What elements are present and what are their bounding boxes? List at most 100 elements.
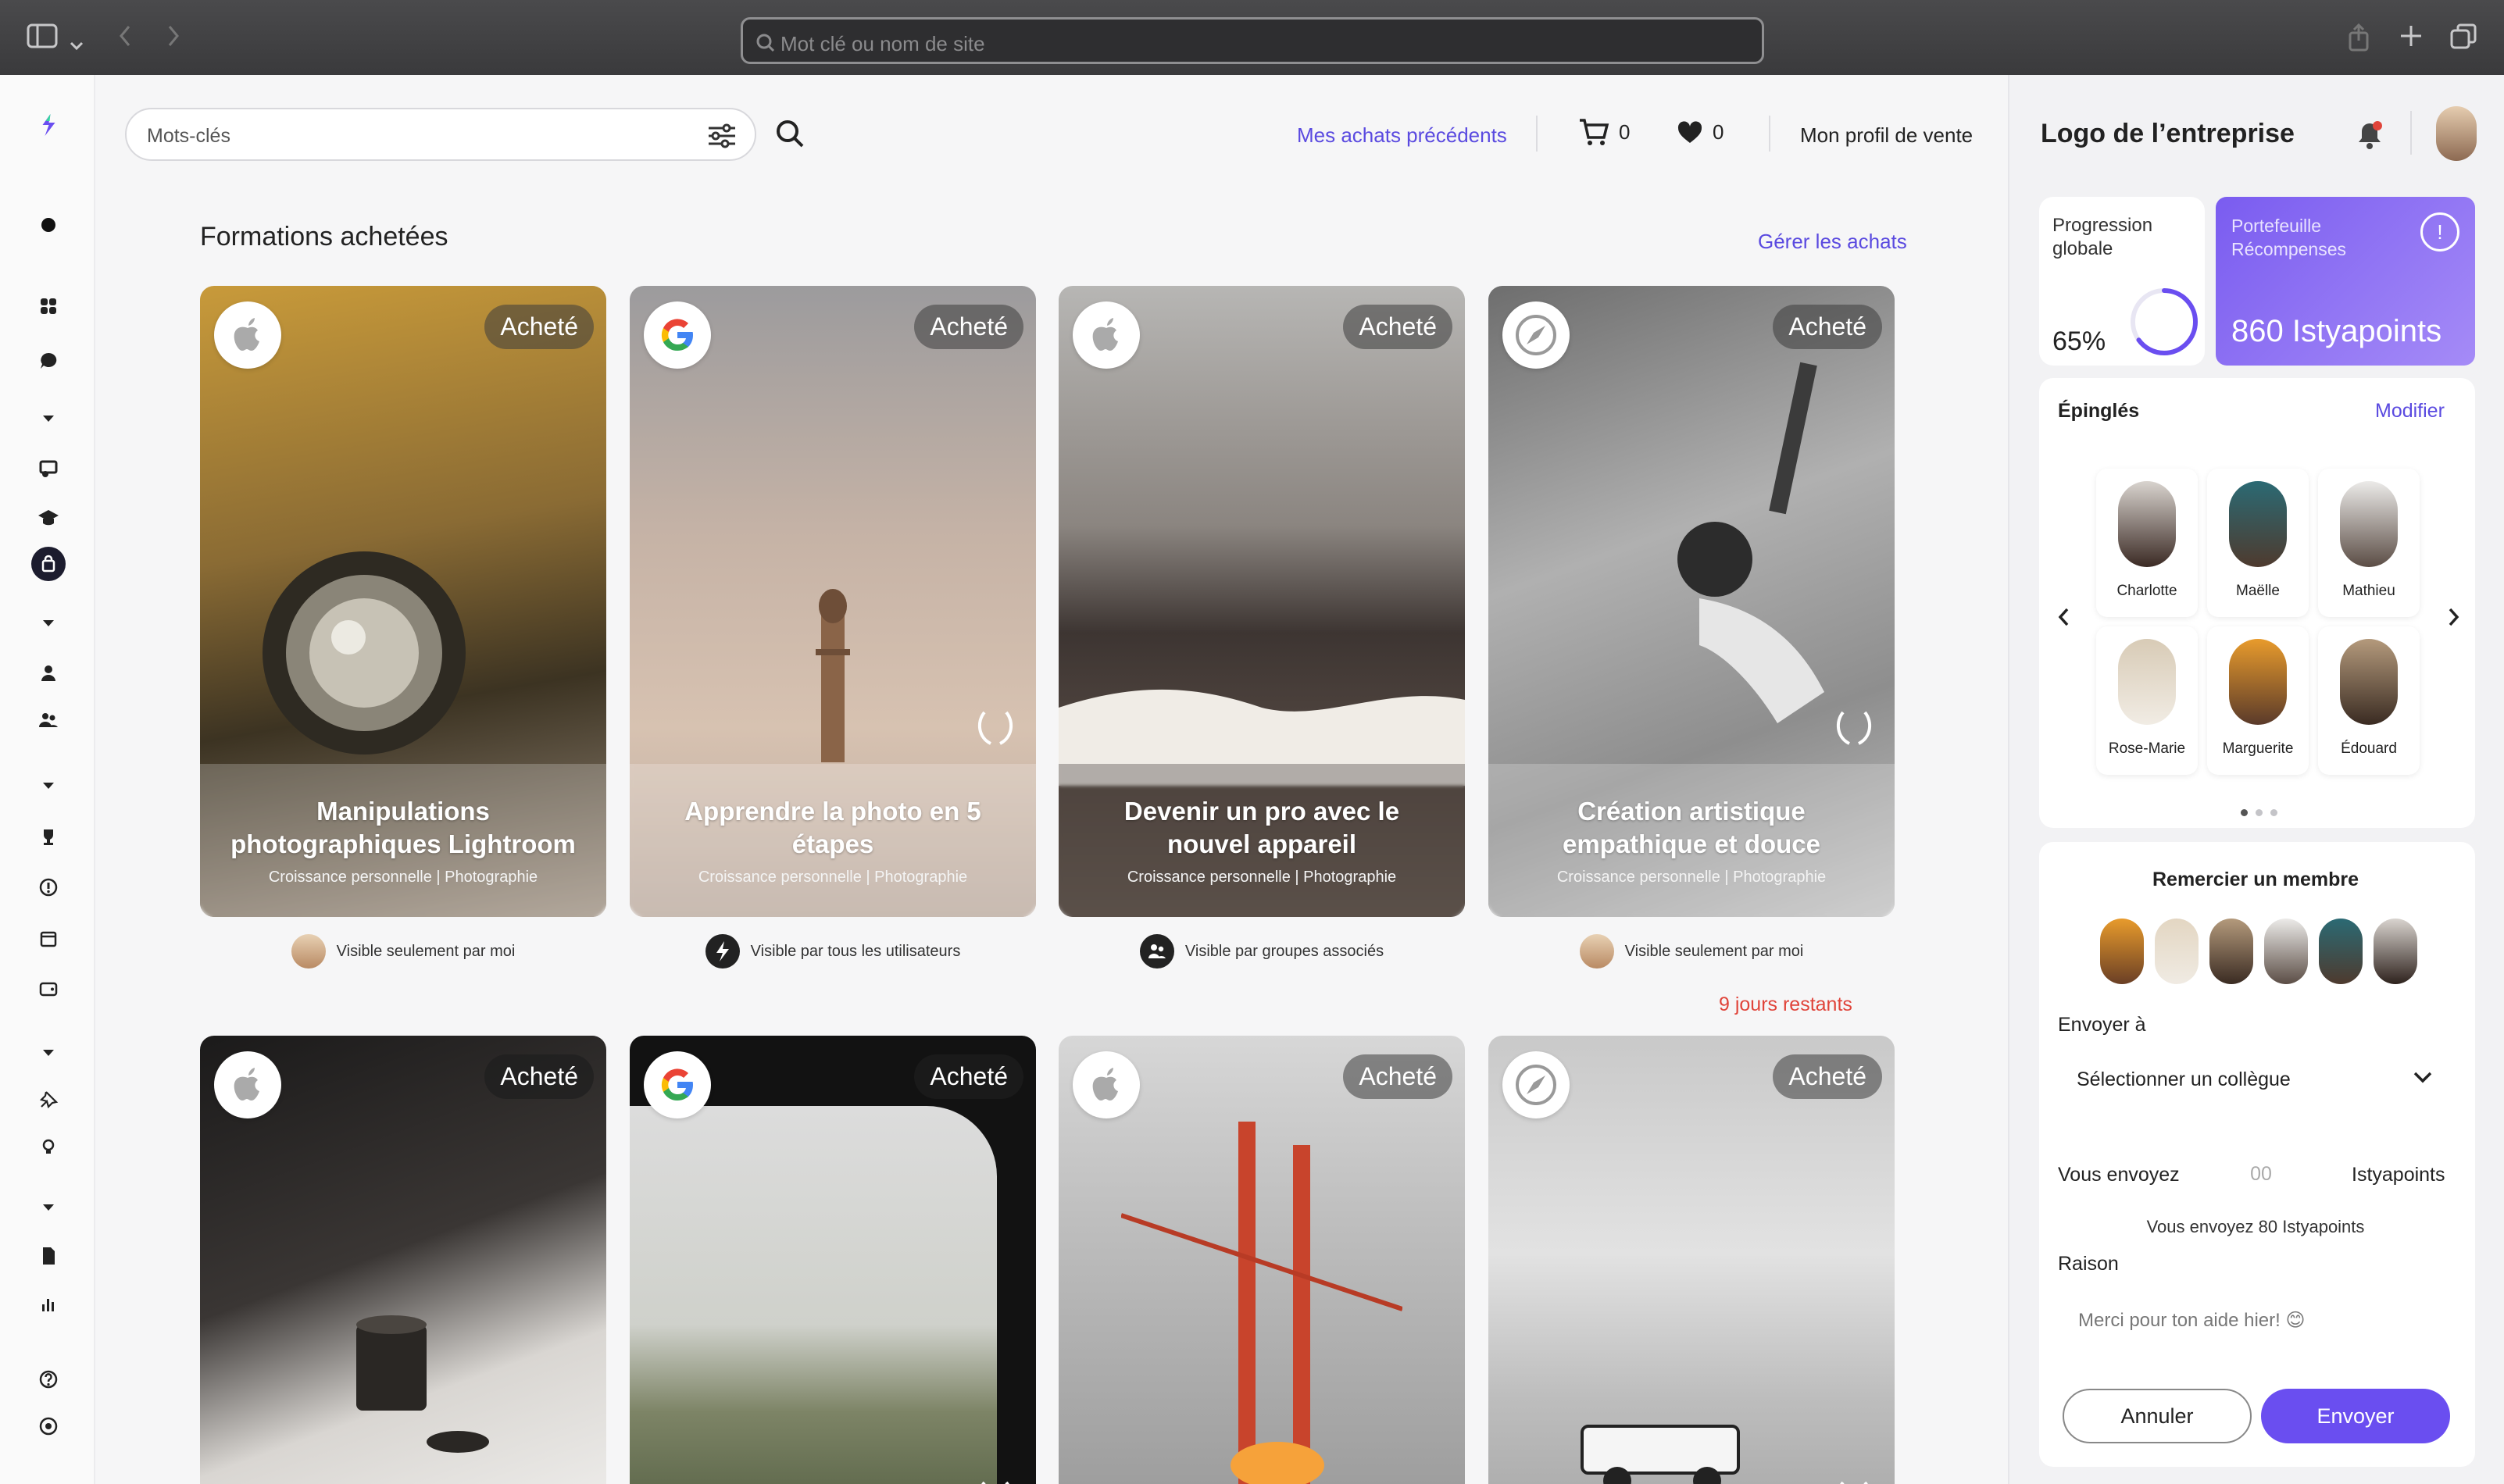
pinned-person[interactable]: Marguerite (2207, 626, 2309, 775)
chevron-down-icon[interactable] (31, 1036, 66, 1070)
carousel-pagination[interactable] (2241, 809, 2277, 816)
points-amount-input[interactable]: 00 (2200, 1147, 2322, 1201)
course-card[interactable]: Acheté Manipulations photographiques Lig… (200, 286, 606, 917)
trophy-icon[interactable] (31, 820, 66, 854)
person-name: Mathieu (2342, 583, 2395, 599)
visibility-indicator: Visible seulement par moi (1488, 934, 1895, 969)
points-unit: Istyapoints (2352, 1164, 2445, 1186)
shopping-bag-icon[interactable] (31, 547, 66, 581)
laurel-award-icon (981, 1481, 1009, 1484)
google-logo-icon (644, 301, 711, 369)
chevron-left-icon[interactable] (2056, 605, 2072, 635)
apple-logo-icon (1073, 1051, 1140, 1118)
card-title: Devenir un pro avec le nouvel appareil (1123, 796, 1400, 858)
avatar (2118, 481, 2176, 567)
laurel-award-icon (1836, 711, 1872, 745)
favorites-button[interactable]: 0 (1677, 120, 1724, 144)
info-icon[interactable]: ! (2420, 212, 2459, 251)
manage-purchases-link[interactable]: Gérer les achats (1758, 230, 1907, 254)
tabs-icon[interactable] (2450, 23, 2477, 55)
pinned-person[interactable]: Édouard (2318, 626, 2420, 775)
pinned-person[interactable]: Rose-Marie (2096, 626, 2198, 775)
cart-button[interactable]: 0 (1578, 117, 1630, 147)
chevron-down-icon[interactable] (31, 1190, 66, 1225)
wallet-icon[interactable] (31, 972, 66, 1006)
chevron-down-icon[interactable] (31, 769, 66, 803)
heart-icon (1677, 120, 1702, 143)
sending-hint: Vous envoyez 80 Istyapoints (2146, 1217, 2365, 1236)
avatar (2229, 639, 2287, 725)
pinned-person[interactable]: Mathieu (2318, 469, 2420, 617)
course-card[interactable]: Acheté (630, 1036, 1036, 1484)
visibility-label: Visible par tous les utilisateurs (750, 942, 961, 960)
pinned-title: Épinglés (2058, 400, 2140, 422)
user-avatar[interactable] (2436, 106, 2477, 161)
purchased-badge: Acheté (1773, 1054, 1882, 1099)
back-icon[interactable] (117, 23, 133, 53)
graduation-cap-icon[interactable] (31, 500, 66, 534)
purchased-badge: Acheté (1343, 305, 1452, 349)
filter-sliders-icon[interactable] (706, 122, 738, 150)
chevron-down-icon[interactable] (69, 28, 84, 56)
send-button[interactable]: Envoyer (2261, 1389, 2450, 1443)
member-avatar[interactable] (2155, 919, 2199, 984)
member-avatar[interactable] (2374, 919, 2417, 984)
user-icon[interactable] (31, 656, 66, 690)
member-avatar[interactable] (2100, 919, 2144, 984)
pinned-person[interactable]: Charlotte (2096, 469, 2198, 617)
course-card[interactable]: Acheté Devenir un pro avec le nouvel app… (1059, 286, 1465, 917)
new-tab-icon[interactable] (2399, 23, 2424, 53)
course-card[interactable]: Acheté Création artistique empathique et… (1488, 286, 1895, 917)
member-avatar[interactable] (2319, 919, 2363, 984)
presentation-icon[interactable] (31, 451, 66, 486)
chat-icon[interactable] (31, 344, 66, 378)
member-avatar[interactable] (2209, 919, 2253, 984)
thank-title: Remercier un membre (2152, 869, 2359, 890)
headlight-illustration (263, 551, 466, 754)
course-card[interactable]: Acheté Apprendre la photo en 5 étapes Cr… (630, 286, 1036, 917)
divider (1769, 116, 1770, 152)
favorites-count: 0 (1713, 120, 1724, 144)
pinned-person[interactable]: Maëlle (2207, 469, 2309, 617)
info-icon[interactable] (31, 870, 66, 904)
minaret-illustration (816, 589, 850, 762)
card-caption: Devenir un pro avec le nouvel appareil C… (1059, 764, 1465, 917)
share-icon[interactable] (2347, 23, 2370, 56)
search-icon (756, 34, 775, 52)
edit-pinned-link[interactable]: Modifier (2375, 400, 2445, 423)
course-card[interactable]: Acheté (200, 1036, 606, 1484)
cancel-button[interactable]: Annuler (2063, 1389, 2252, 1443)
sales-profile-link[interactable]: Mon profil de vente (1800, 123, 1973, 148)
previous-purchases-link[interactable]: Mes achats précédents (1297, 123, 1507, 148)
document-icon[interactable] (31, 1239, 66, 1273)
support-icon[interactable] (31, 1409, 66, 1443)
visibility-indicator: Visible par groupes associés (1059, 934, 1465, 969)
address-bar[interactable]: Mot clé ou nom de site (741, 17, 1764, 64)
address-placeholder: Mot clé ou nom de site (780, 32, 985, 55)
course-card[interactable]: Acheté (1059, 1036, 1465, 1484)
forward-icon[interactable] (166, 23, 181, 53)
chevron-down-icon[interactable] (31, 606, 66, 640)
keyword-search-input[interactable]: Mots-clés (125, 108, 756, 161)
search-button[interactable] (773, 117, 806, 154)
help-icon[interactable] (31, 1362, 66, 1397)
course-card[interactable]: Acheté (1488, 1036, 1895, 1484)
member-avatar[interactable] (2264, 919, 2308, 984)
colleague-select[interactable]: Sélectionner un collègue (2059, 1050, 2450, 1108)
sidebar-icon[interactable] (27, 23, 58, 53)
group-icon[interactable] (31, 703, 66, 737)
notification-bell-icon[interactable] (2355, 119, 2384, 154)
dashboard-icon[interactable] (31, 289, 66, 323)
bar-chart-icon[interactable] (31, 1287, 66, 1322)
app-logo-icon[interactable] (27, 102, 70, 148)
rewards-wallet-card[interactable]: Portefeuille Récompenses ! 860 Istyapoin… (2216, 197, 2475, 366)
reason-input[interactable]: Merci pour ton aide hier! 😊 (2059, 1292, 2450, 1347)
bulb-icon[interactable] (31, 1129, 66, 1164)
chevron-right-icon[interactable] (2445, 605, 2461, 635)
store-icon[interactable] (31, 922, 66, 956)
jeep-illustration (1581, 1425, 1740, 1484)
purchased-badge: Acheté (1343, 1054, 1452, 1099)
chevron-down-icon[interactable] (31, 401, 66, 436)
pin-icon[interactable] (31, 1083, 66, 1117)
safari-compass-icon (1502, 1051, 1570, 1118)
